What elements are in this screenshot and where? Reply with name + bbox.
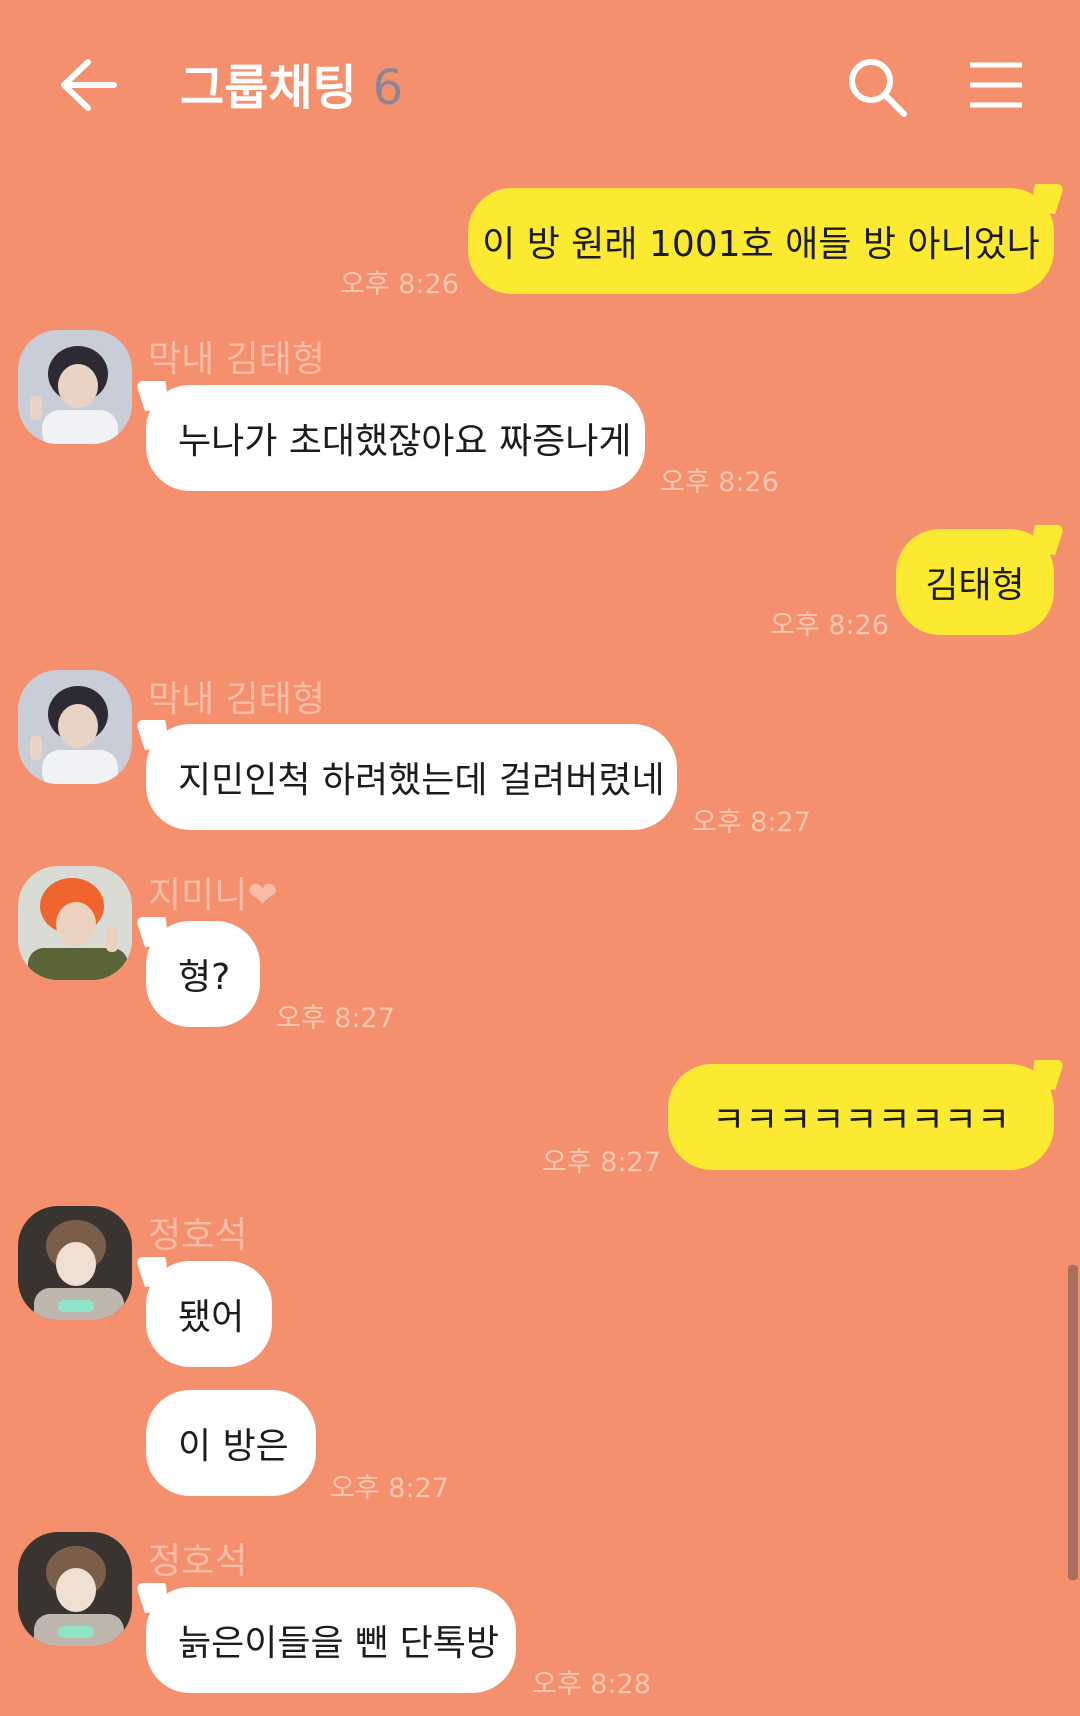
scrollbar[interactable] [1068, 1265, 1078, 1580]
message-text: 됐어 [178, 1297, 245, 1338]
message-bubble-incoming[interactable]: 늙은이들을 뺀 단톡방 [146, 1587, 516, 1693]
message-time: 오후 8:26 [340, 269, 459, 300]
message-text: 늙은이들을 뺀 단톡방 [178, 1623, 499, 1664]
message-text: 형? [178, 957, 231, 998]
message-time: 오후 8:26 [770, 610, 889, 641]
sender-name: 정호석 [148, 1541, 248, 1582]
message-bubble-incoming[interactable]: 누나가 초대했잖아요 짜증나게 [146, 385, 645, 491]
message-time: 오후 8:27 [692, 807, 811, 838]
message-text: 지민인척 하려했는데 걸려버렸네 [178, 760, 665, 801]
chat-title-text: 그룹채팅 [180, 60, 357, 116]
chat-header: 그룹채팅 6 [0, 0, 1080, 170]
chat-title: 그룹채팅 6 [180, 48, 403, 118]
message-bubble-incoming[interactable]: 이 방은 [146, 1390, 316, 1496]
message-bubble-outgoing[interactable]: 김태형 [896, 529, 1054, 635]
message-time: 오후 8:27 [276, 1003, 395, 1034]
avatar[interactable] [18, 1206, 132, 1320]
message-bubble-outgoing[interactable]: ㅋㅋㅋㅋㅋㅋㅋㅋㅋ [668, 1064, 1054, 1170]
message-time: 오후 8:27 [330, 1473, 449, 1504]
message-text: 누나가 초대했잖아요 짜증나게 [178, 421, 632, 462]
sender-name: 막내 김태형 [148, 679, 326, 720]
member-count: 6 [372, 60, 404, 116]
message-text: ㅋㅋㅋㅋㅋㅋㅋㅋㅋ [711, 1100, 1011, 1141]
message-bubble-incoming[interactable]: 지민인척 하려했는데 걸려버렸네 [146, 724, 677, 830]
message-bubble-incoming[interactable]: 형? [146, 921, 260, 1027]
search-icon[interactable] [846, 56, 908, 118]
message-text: 이 방은 [178, 1426, 289, 1467]
sender-name: 정호석 [148, 1215, 248, 1256]
avatar[interactable] [18, 670, 132, 784]
menu-icon[interactable] [968, 60, 1024, 110]
message-bubble-incoming[interactable]: 됐어 [146, 1261, 272, 1367]
avatar[interactable] [18, 330, 132, 444]
message-text: 이 방 원래 1001호 애들 방 아니었나 [482, 224, 1040, 265]
message-time: 오후 8:26 [660, 467, 779, 498]
sender-name: 막내 김태형 [148, 339, 326, 380]
message-bubble-outgoing[interactable]: 이 방 원래 1001호 애들 방 아니었나 [468, 188, 1054, 294]
avatar[interactable] [18, 1532, 132, 1646]
message-time: 오후 8:28 [532, 1669, 651, 1700]
message-text: 김태형 [925, 565, 1025, 606]
avatar[interactable] [18, 866, 132, 980]
message-time: 오후 8:27 [542, 1147, 661, 1178]
sender-name: 지미니❤ [148, 875, 278, 916]
back-arrow-icon[interactable] [58, 58, 118, 112]
